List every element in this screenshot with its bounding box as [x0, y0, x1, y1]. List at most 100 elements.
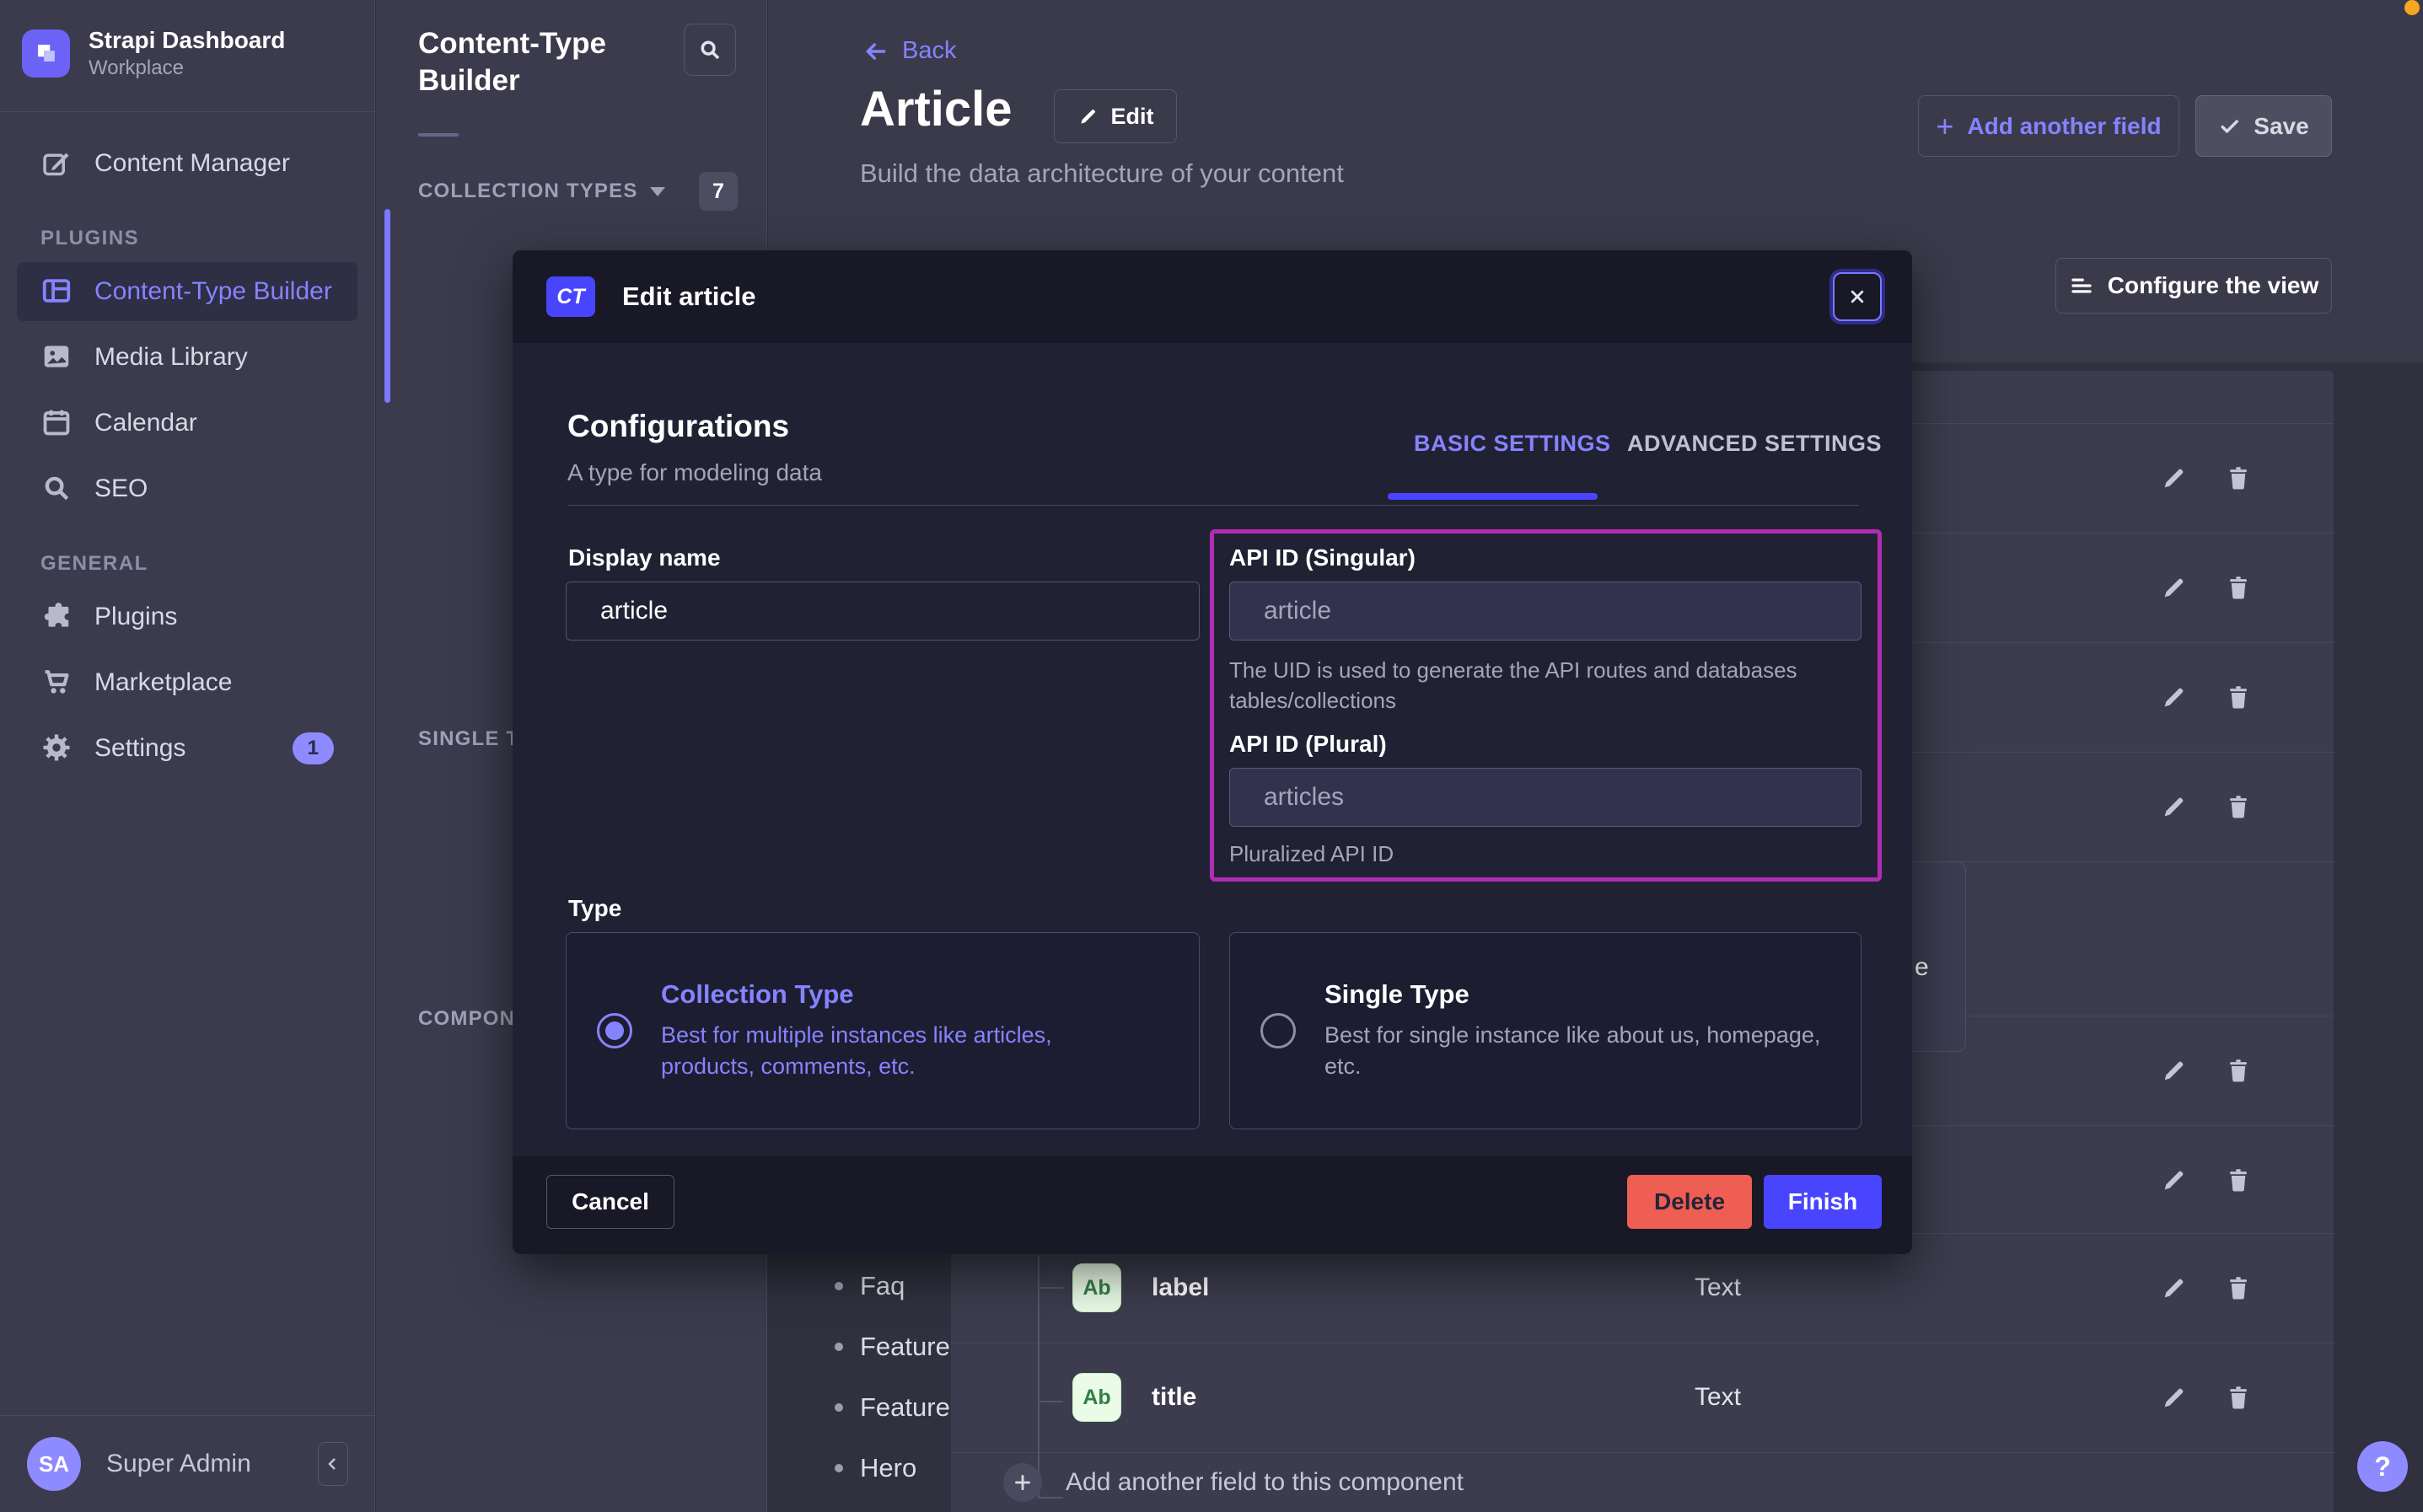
- sidebar-item-settings[interactable]: Settings 1: [17, 719, 357, 778]
- trash-icon[interactable]: [2224, 573, 2253, 602]
- close-icon: [1845, 285, 1869, 308]
- sidebar-item-content-type-builder[interactable]: Content-Type Builder: [17, 262, 357, 321]
- avatar[interactable]: SA: [27, 1437, 81, 1491]
- single-type-desc: Best for single instance like about us, …: [1324, 1020, 1847, 1082]
- delete-button[interactable]: Delete: [1627, 1175, 1752, 1229]
- trash-icon[interactable]: [2224, 464, 2253, 492]
- puzzle-icon: [40, 600, 74, 634]
- notification-dot: [2404, 0, 2420, 15]
- sidebar-item-seo[interactable]: SEO: [17, 459, 357, 518]
- pencil-icon[interactable]: [2160, 464, 2189, 492]
- search-icon: [697, 37, 723, 62]
- api-id-plural-help: Pluralized API ID: [1229, 839, 1394, 869]
- pencil-icon[interactable]: [2160, 1273, 2189, 1302]
- sidebar-item-media-library[interactable]: Media Library: [17, 328, 357, 387]
- pencil-icon[interactable]: [2160, 1056, 2189, 1085]
- help-button[interactable]: ?: [2357, 1441, 2408, 1492]
- modal-title: Edit article: [622, 281, 756, 312]
- sidebar-item-content-manager[interactable]: Content Manager: [17, 134, 357, 193]
- field-name: label: [1152, 1273, 1209, 1302]
- pencil-icon: [1077, 105, 1099, 127]
- component-item-faq[interactable]: Faq: [835, 1271, 905, 1301]
- hidden-dialog-text: e: [1915, 953, 1929, 982]
- scrollbar[interactable]: [384, 209, 390, 403]
- back-link[interactable]: Back: [862, 37, 956, 65]
- pencil-icon[interactable]: [2160, 683, 2189, 711]
- add-field-to-component-label: Add another field to this component: [1066, 1468, 1464, 1497]
- sidebar-item-plugins[interactable]: Plugins: [17, 587, 357, 646]
- collapse-sidebar-button[interactable]: [318, 1442, 348, 1486]
- row-actions: [2160, 464, 2295, 492]
- sidebar-item-label: Content Manager: [94, 149, 290, 178]
- pencil-icon[interactable]: [2160, 1166, 2189, 1194]
- trash-icon[interactable]: [2224, 792, 2253, 821]
- tab-advanced-settings[interactable]: ADVANCED SETTINGS: [1627, 431, 1882, 457]
- brand[interactable]: Strapi Dashboard Workplace: [0, 0, 374, 112]
- feather-pen-icon: [40, 147, 74, 180]
- radio-selected-icon[interactable]: [597, 1013, 632, 1048]
- trash-icon[interactable]: [2224, 1383, 2253, 1412]
- row-actions: [2160, 1383, 2295, 1412]
- cancel-button[interactable]: Cancel: [546, 1175, 674, 1229]
- pencil-icon[interactable]: [2160, 792, 2189, 821]
- filter-lines-icon: [2069, 273, 2094, 298]
- ctb-sidebar-title: Content-Type Builder: [376, 0, 654, 99]
- text-field-badge: Ab: [1072, 1263, 1121, 1312]
- display-name-input[interactable]: article: [566, 582, 1200, 641]
- configure-the-view-button[interactable]: Configure the view: [2055, 258, 2332, 314]
- sidebar-item-label: Marketplace: [94, 668, 232, 697]
- edit-button[interactable]: Edit: [1054, 89, 1177, 143]
- user-name: Super Admin: [106, 1450, 293, 1478]
- active-tab-indicator: [1388, 493, 1598, 500]
- finish-button[interactable]: Finish: [1764, 1175, 1882, 1229]
- sidebar-item-label: Content-Type Builder: [94, 277, 332, 306]
- collection-types-header[interactable]: COLLECTION TYPES: [418, 180, 665, 203]
- tab-basic-settings[interactable]: BASIC SETTINGS: [1414, 431, 1611, 457]
- component-item-hero[interactable]: Hero: [835, 1453, 916, 1483]
- content-type-badge: CT: [546, 276, 595, 317]
- component-item-features[interactable]: Features: [835, 1332, 963, 1362]
- radio-unselected-icon[interactable]: [1260, 1013, 1296, 1048]
- table-row-title[interactable]: Ab title Text: [951, 1343, 2334, 1452]
- type-label: Type: [568, 895, 621, 922]
- arrow-left-icon: [862, 38, 889, 65]
- settings-badge: 1: [293, 732, 334, 764]
- display-name-label: Display name: [568, 544, 721, 571]
- user-row: SA Super Admin: [0, 1415, 375, 1512]
- trash-icon[interactable]: [2224, 1166, 2253, 1194]
- trash-icon[interactable]: [2224, 1056, 2253, 1085]
- save-button[interactable]: Save: [2195, 95, 2332, 157]
- row-actions: [2160, 1273, 2295, 1302]
- chevron-left-icon: [323, 1454, 343, 1474]
- trash-icon[interactable]: [2224, 1273, 2253, 1302]
- single-type-title: Single Type: [1324, 979, 1847, 1010]
- row-actions: [2160, 573, 2295, 602]
- app-subtitle: Workplace: [89, 56, 285, 81]
- page-subtitle: Build the data architecture of your cont…: [860, 158, 1344, 189]
- search-button[interactable]: [684, 24, 736, 76]
- pencil-icon[interactable]: [2160, 573, 2189, 602]
- api-id-plural-label: API ID (Plural): [1229, 731, 1387, 758]
- add-another-field-button[interactable]: + Add another field: [1918, 95, 2179, 157]
- image-icon: [40, 340, 74, 374]
- edit-article-modal: CT Edit article Configurations A type fo…: [513, 250, 1912, 1254]
- pencil-icon[interactable]: [2160, 1383, 2189, 1412]
- row-actions: [2160, 683, 2295, 711]
- single-type-option[interactable]: Single Type Best for single instance lik…: [1229, 932, 1862, 1129]
- api-id-singular-input[interactable]: article: [1229, 582, 1862, 641]
- strapi-app: Strapi Dashboard Workplace Content Manag…: [0, 0, 2423, 1512]
- sidebar-item-marketplace[interactable]: Marketplace: [17, 653, 357, 712]
- collection-type-option[interactable]: Collection Type Best for multiple instan…: [566, 932, 1200, 1129]
- bullet-icon: [835, 1343, 843, 1351]
- sidebar-item-label: Calendar: [94, 409, 197, 437]
- add-field-to-component-row[interactable]: Add another field to this component: [951, 1452, 2334, 1512]
- close-button[interactable]: [1833, 272, 1882, 321]
- trash-icon[interactable]: [2224, 683, 2253, 711]
- field-type: Text: [1695, 1273, 1741, 1302]
- hidden-dialog-edge: e: [1905, 861, 1966, 1052]
- sidebar-item-label: SEO: [94, 475, 148, 503]
- api-id-plural-input[interactable]: articles: [1229, 768, 1862, 827]
- sidebar-item-calendar[interactable]: Calendar: [17, 394, 357, 453]
- bullet-icon: [835, 1464, 843, 1472]
- row-actions: [2160, 1056, 2295, 1085]
